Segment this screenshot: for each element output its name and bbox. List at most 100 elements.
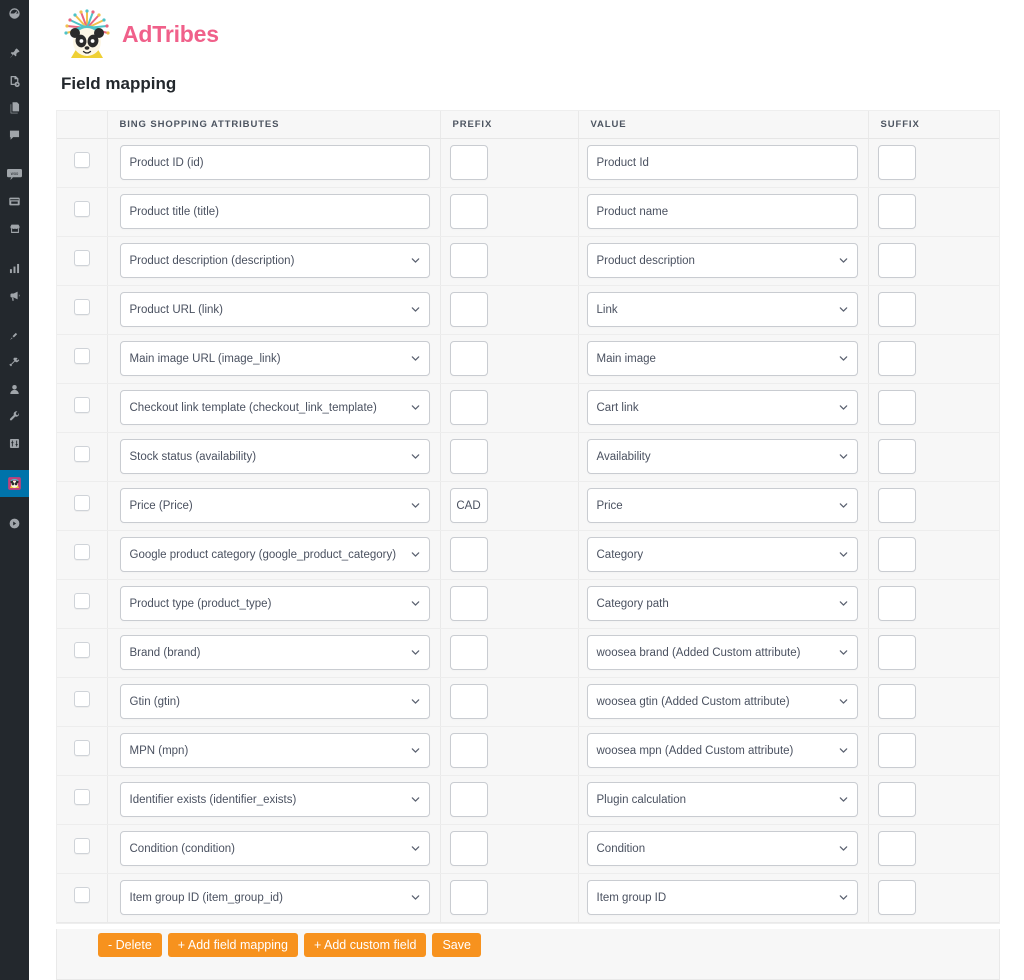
attribute-select[interactable]: Product description (description) <box>119 243 430 278</box>
value-select[interactable]: Plugin calculation <box>586 782 858 817</box>
attribute-select[interactable]: Product URL (link) <box>119 292 430 327</box>
value-input[interactable]: Product Id <box>586 145 858 180</box>
attribute-input[interactable]: Product title (title) <box>119 194 430 229</box>
attribute-select[interactable]: Item group ID (item_group_id) <box>119 880 430 915</box>
row-checkbox[interactable] <box>73 446 90 462</box>
row-checkbox[interactable] <box>73 593 90 609</box>
row-checkbox[interactable] <box>73 838 90 854</box>
suffix-input[interactable] <box>877 194 916 229</box>
value-select[interactable]: woosea gtin (Added Custom attribute) <box>586 684 858 719</box>
prefix-input[interactable] <box>449 831 488 866</box>
prefix-input[interactable] <box>449 243 488 278</box>
value-select[interactable]: Category <box>586 537 858 572</box>
value-select[interactable]: woosea mpn (Added Custom attribute) <box>586 733 858 768</box>
value-input[interactable]: Product name <box>586 194 858 229</box>
row-checkbox[interactable] <box>73 544 90 560</box>
delete-button[interactable]: - Delete <box>98 933 162 957</box>
row-checkbox[interactable] <box>73 887 90 903</box>
suffix-input[interactable] <box>877 537 916 572</box>
suffix-input[interactable] <box>877 439 916 474</box>
sidebar-item-settings[interactable] <box>0 430 29 457</box>
sidebar-item-posts[interactable] <box>0 40 29 67</box>
prefix-input[interactable] <box>449 733 488 768</box>
value-select[interactable]: woosea brand (Added Custom attribute) <box>586 635 858 670</box>
add-field-mapping-button[interactable]: + Add field mapping <box>167 933 298 957</box>
attribute-select[interactable]: Product type (product_type) <box>119 586 430 621</box>
value-select[interactable]: Item group ID <box>586 880 858 915</box>
prefix-input[interactable] <box>449 145 488 180</box>
attribute-select[interactable]: Brand (brand) <box>119 635 430 670</box>
attribute-input[interactable]: Product ID (id) <box>119 145 430 180</box>
prefix-input[interactable] <box>449 292 488 327</box>
prefix-input[interactable] <box>449 635 488 670</box>
suffix-input[interactable] <box>877 292 916 327</box>
row-checkbox[interactable] <box>73 789 90 805</box>
suffix-input[interactable] <box>877 586 916 621</box>
sidebar-item-collapse-menu[interactable] <box>0 510 29 537</box>
sidebar-item-adtribes-product-feed[interactable] <box>0 470 37 497</box>
suffix-input[interactable] <box>877 782 916 817</box>
value-select[interactable]: Product description <box>586 243 858 278</box>
row-checkbox[interactable] <box>73 201 90 217</box>
suffix-input[interactable] <box>877 684 916 719</box>
attribute-select[interactable]: Checkout link template (checkout_link_te… <box>119 390 430 425</box>
row-checkbox[interactable] <box>73 740 90 756</box>
row-checkbox[interactable] <box>73 299 90 315</box>
sidebar-item-tools[interactable] <box>0 403 29 430</box>
value-select[interactable]: Link <box>586 292 858 327</box>
value-select[interactable]: Main image <box>586 341 858 376</box>
suffix-input[interactable] <box>877 145 916 180</box>
suffix-input[interactable] <box>877 488 916 523</box>
sidebar-item-users[interactable] <box>0 376 29 403</box>
prefix-input[interactable] <box>449 341 488 376</box>
row-checkbox[interactable] <box>73 397 90 413</box>
suffix-input[interactable] <box>877 390 916 425</box>
value-select[interactable]: Condition <box>586 831 858 866</box>
row-checkbox[interactable] <box>73 250 90 266</box>
value-select[interactable]: Category path <box>586 586 858 621</box>
sidebar-item-products[interactable] <box>0 188 29 215</box>
suffix-input[interactable] <box>877 733 916 768</box>
prefix-input[interactable]: CAD <box>449 488 488 523</box>
save-button[interactable]: Save <box>432 933 481 957</box>
prefix-input[interactable] <box>449 439 488 474</box>
suffix-input[interactable] <box>877 341 916 376</box>
sidebar-item-plugins[interactable] <box>0 349 29 376</box>
prefix-input[interactable] <box>449 586 488 621</box>
attribute-select[interactable]: Price (Price) <box>119 488 430 523</box>
row-checkbox[interactable] <box>73 495 90 511</box>
sidebar-item-dashboard[interactable] <box>0 0 29 27</box>
prefix-input[interactable] <box>449 390 488 425</box>
prefix-input[interactable] <box>449 684 488 719</box>
prefix-input[interactable] <box>449 782 488 817</box>
sidebar-item-marketing[interactable] <box>0 282 29 309</box>
attribute-select[interactable]: Gtin (gtin) <box>119 684 430 719</box>
attribute-select[interactable]: Google product category (google_product_… <box>119 537 430 572</box>
sidebar-item-store[interactable] <box>0 215 29 242</box>
sidebar-item-comments[interactable] <box>0 121 29 148</box>
attribute-select[interactable]: Identifier exists (identifier_exists) <box>119 782 430 817</box>
suffix-input[interactable] <box>877 243 916 278</box>
suffix-input[interactable] <box>877 831 916 866</box>
value-select[interactable]: Availability <box>586 439 858 474</box>
row-checkbox[interactable] <box>73 642 90 658</box>
prefix-input[interactable] <box>449 880 488 915</box>
prefix-input[interactable] <box>449 194 488 229</box>
add-custom-field-button[interactable]: + Add custom field <box>303 933 427 957</box>
value-select[interactable]: Price <box>586 488 858 523</box>
row-checkbox[interactable] <box>73 691 90 707</box>
row-checkbox[interactable] <box>73 152 90 168</box>
sidebar-item-woocommerce[interactable]: woo <box>0 161 29 188</box>
sidebar-item-analytics[interactable] <box>0 255 29 282</box>
value-select[interactable]: Cart link <box>586 390 858 425</box>
sidebar-item-appearance[interactable] <box>0 322 29 349</box>
attribute-select[interactable]: MPN (mpn) <box>119 733 430 768</box>
attribute-select[interactable]: Condition (condition) <box>119 831 430 866</box>
row-checkbox[interactable] <box>73 348 90 364</box>
sidebar-item-pages[interactable] <box>0 94 29 121</box>
suffix-input[interactable] <box>877 635 916 670</box>
attribute-select[interactable]: Stock status (availability) <box>119 439 430 474</box>
attribute-select[interactable]: Main image URL (image_link) <box>119 341 430 376</box>
sidebar-item-media[interactable] <box>0 67 29 94</box>
suffix-input[interactable] <box>877 880 916 915</box>
